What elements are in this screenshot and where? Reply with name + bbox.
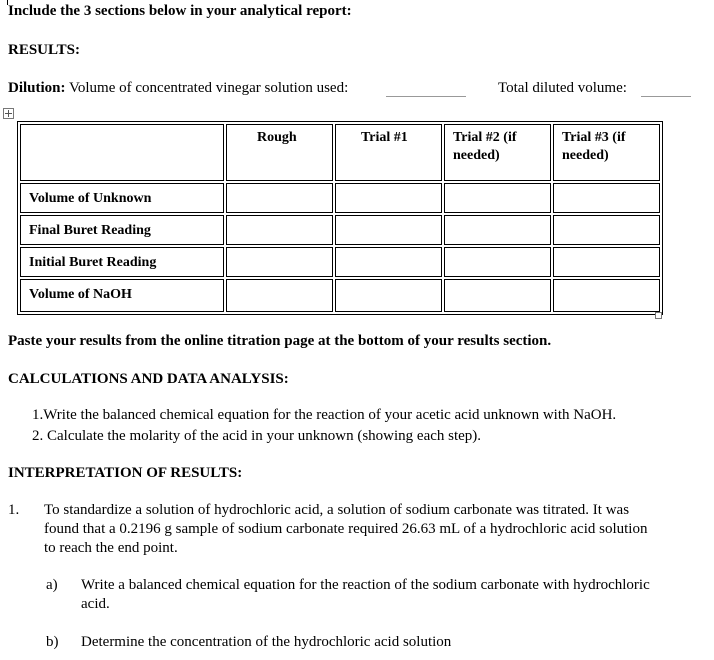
intro-text: Include the 3 sections below in your ana… [8, 3, 352, 19]
part-a-line-1: Write a balanced chemical equation for t… [81, 577, 650, 593]
part-b-line-1: Determine the concentration of the hydro… [81, 634, 452, 650]
header-cell[interactable] [20, 124, 224, 181]
vinegar-volume-blank[interactable] [386, 95, 466, 97]
data-cell[interactable] [226, 183, 333, 213]
data-cell[interactable] [444, 247, 551, 277]
data-cell[interactable] [553, 183, 660, 213]
calc-item-1: 1.Write the balanced chemical equation f… [32, 407, 617, 423]
part-a-line-2: acid. [81, 596, 110, 612]
table-row: Initial Buret Reading [20, 247, 660, 277]
question-number: 1. [8, 502, 20, 518]
dilution-volume-label: Volume of concentrated vinegar solution … [65, 80, 349, 96]
header-cell-trial-3[interactable]: Trial #3 (if needed) [553, 124, 660, 181]
data-cell[interactable] [553, 247, 660, 277]
row-label-cell[interactable]: Volume of NaOH [20, 279, 224, 312]
header-cell-trial-1[interactable]: Trial #1 [335, 124, 442, 181]
data-cell[interactable] [444, 183, 551, 213]
data-cell[interactable] [226, 247, 333, 277]
table-resize-icon[interactable] [655, 312, 662, 319]
question-line-2: found that a 0.2196 g sample of sodium c… [44, 521, 648, 537]
question-line-1: To standardize a solution of hydrochlori… [44, 502, 630, 518]
row-label-cell[interactable]: Initial Buret Reading [20, 247, 224, 277]
dilution-line: Dilution: Volume of concentrated vinegar… [8, 80, 348, 97]
dilution-label: Dilution: [8, 80, 66, 96]
table-move-icon[interactable] [3, 108, 14, 119]
calc-heading: CALCULATIONS AND DATA ANALYSIS: [8, 371, 289, 387]
data-cell[interactable] [335, 247, 442, 277]
calc-item-2: 2. Calculate the molarity of the acid in… [32, 428, 482, 444]
header-cell-rough[interactable]: Rough [226, 124, 333, 181]
interp-heading: INTERPRETATION OF RESULTS: [8, 465, 243, 481]
paste-note: Paste your results from the online titra… [8, 333, 552, 349]
data-cell[interactable] [444, 279, 551, 312]
data-cell[interactable] [553, 215, 660, 245]
table-row: Final Buret Reading [20, 215, 660, 245]
table-header-row: Rough Trial #1 Trial #2 (if needed) Tria… [20, 124, 660, 181]
header-cell-trial-2[interactable]: Trial #2 (if needed) [444, 124, 551, 181]
table-row: Volume of NaOH [20, 279, 660, 312]
data-cell[interactable] [226, 215, 333, 245]
part-a-label: a) [46, 577, 58, 593]
question-line-3: to reach the end point. [44, 540, 178, 556]
total-diluted-label: Total diluted volume: [498, 80, 627, 96]
data-cell[interactable] [335, 183, 442, 213]
data-cell[interactable] [335, 279, 442, 312]
row-label-cell[interactable]: Final Buret Reading [20, 215, 224, 245]
total-diluted-blank[interactable] [641, 95, 691, 97]
table-row: Volume of Unknown [20, 183, 660, 213]
results-table: Rough Trial #1 Trial #2 (if needed) Tria… [17, 121, 663, 315]
data-cell[interactable] [553, 279, 660, 312]
data-cell[interactable] [226, 279, 333, 312]
data-cell[interactable] [335, 215, 442, 245]
row-label-cell[interactable]: Volume of Unknown [20, 183, 224, 213]
part-b-label: b) [46, 634, 59, 650]
data-cell[interactable] [444, 215, 551, 245]
results-heading: RESULTS: [8, 42, 80, 58]
